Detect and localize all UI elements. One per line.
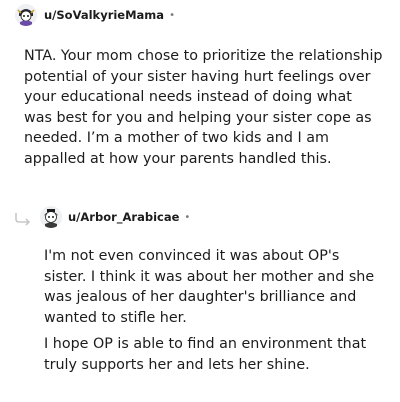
comment-body: I'm not even convinced it was about OP's…: [44, 246, 384, 376]
username[interactable]: u/SoValkyrieMama: [44, 8, 164, 22]
comment-header: u/Arbor_Arabicae •: [40, 206, 190, 228]
comment-paragraph: I hope OP is able to find an environment…: [44, 336, 367, 373]
snoo-avatar-icon[interactable]: [15, 4, 37, 26]
username[interactable]: u/Arbor_Arabicae: [68, 210, 179, 224]
snoo-avatar-icon[interactable]: [40, 206, 62, 228]
comment-paragraph: I'm not even convinced it was about OP's…: [44, 248, 375, 326]
separator-dot: •: [169, 9, 175, 21]
comment-header: u/SoValkyrieMama •: [15, 4, 175, 26]
comment-body: NTA. Your mom chose to prioritize the re…: [24, 46, 384, 170]
reply-arrow-icon: [15, 213, 31, 226]
separator-dot: •: [184, 211, 191, 223]
comment-paragraph: NTA. Your mom chose to prioritize the re…: [24, 48, 383, 167]
